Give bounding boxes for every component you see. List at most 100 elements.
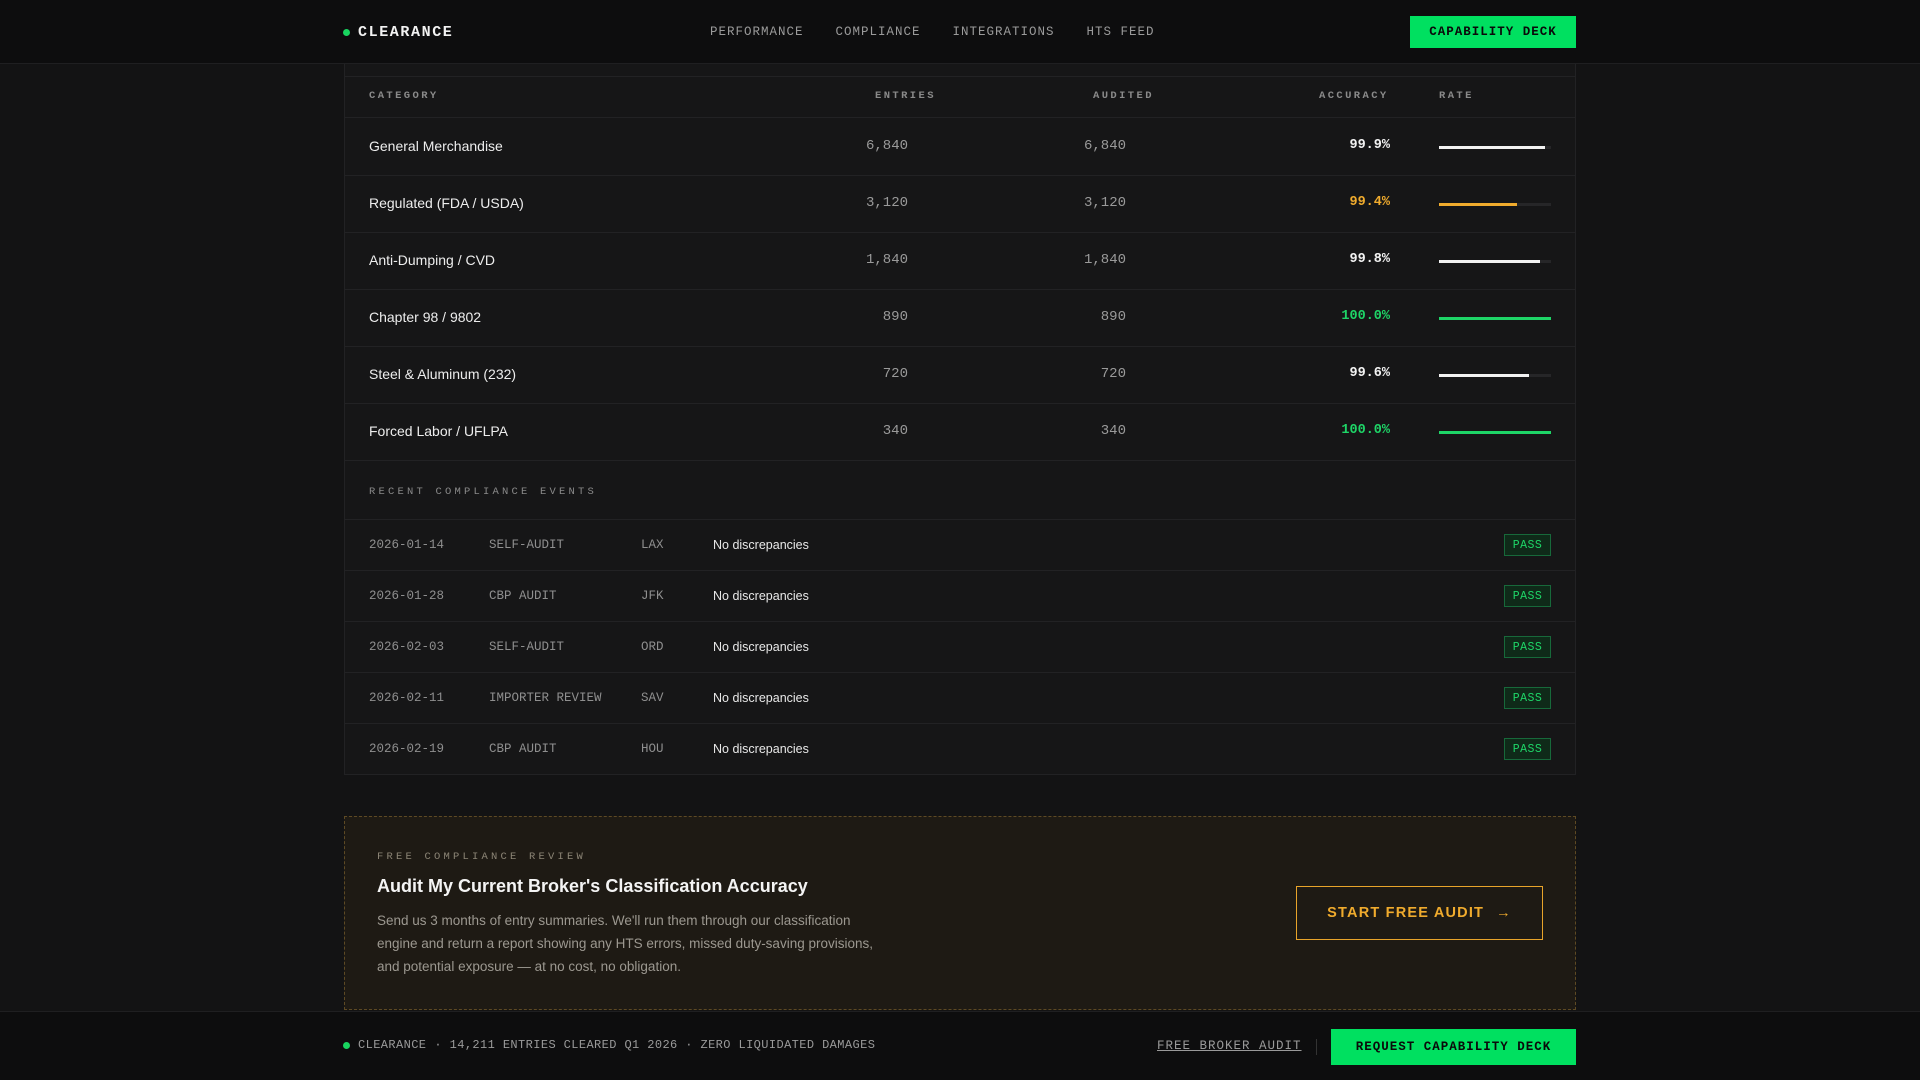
table-header: CATEGORY ENTRIES AUDITED ACCURACY RATE [345, 76, 1575, 118]
row-category: Forced Labor / UFLPA [369, 423, 509, 439]
event-type: SELF-AUDIT [489, 538, 565, 552]
arrow-right-icon: → [1496, 905, 1512, 921]
row-audited: 340 [1100, 423, 1126, 439]
row-audited: 720 [1100, 366, 1126, 382]
rate-bar-fill [1439, 431, 1551, 434]
table-row: Regulated (FDA / USDA) 3,120 3,120 99.4% [345, 176, 1575, 233]
footer-divider [1316, 1039, 1317, 1055]
free-review-cta: FREE COMPLIANCE REVIEW Audit My Current … [344, 816, 1576, 1010]
cta-title: Audit My Current Broker's Classification… [377, 876, 808, 896]
table-row: General Merchandise 6,840 6,840 99.9% [345, 119, 1575, 176]
nav-link-performance[interactable]: PERFORMANCE [710, 22, 804, 42]
event-description: No discrepancies [713, 691, 809, 705]
rate-bar-fill [1439, 317, 1551, 320]
event-type: SELF-AUDIT [489, 640, 565, 654]
status-badge: PASS [1504, 636, 1551, 658]
start-free-audit-button[interactable]: START FREE AUDIT → [1296, 886, 1543, 940]
status-dot-icon [343, 28, 350, 36]
rate-bar [1439, 146, 1551, 149]
table-row: Chapter 98 / 9802 890 890 100.0% [345, 290, 1575, 347]
row-category: Regulated (FDA / USDA) [369, 195, 524, 211]
request-capability-deck-button[interactable]: REQUEST CAPABILITY DECK [1331, 1029, 1576, 1065]
rate-bar [1439, 260, 1551, 263]
event-description: No discrepancies [713, 589, 809, 603]
row-accuracy: 99.8% [1349, 252, 1390, 267]
row-category: Steel & Aluminum (232) [369, 366, 517, 382]
row-accuracy: 99.4% [1349, 195, 1390, 210]
brand-name: CLEARANCE [358, 23, 454, 41]
footer-brand: CLEARANCE [358, 1038, 427, 1052]
cta-eyebrow: FREE COMPLIANCE REVIEW [377, 851, 587, 863]
event-port: JFK [641, 589, 664, 603]
event-port: HOU [641, 742, 664, 756]
capability-deck-button[interactable]: CAPABILITY DECK [1410, 16, 1576, 48]
nav-link-hts-feed[interactable]: HTS FEED [1087, 22, 1155, 42]
row-entries: 3,120 [865, 195, 908, 211]
cta-description: Send us 3 months of entry summaries. We'… [377, 913, 873, 974]
row-category: General Merchandise [369, 138, 503, 154]
row-accuracy: 99.6% [1349, 366, 1390, 381]
event-row: 2026-01-28 CBP AUDIT JFK No discrepancie… [345, 571, 1575, 622]
rate-bar [1439, 203, 1551, 206]
compliance-panel: CATEGORY ENTRIES AUDITED ACCURACY RATE G… [344, 64, 1576, 775]
status-badge: PASS [1504, 738, 1551, 760]
status-dot-icon [343, 1041, 350, 1049]
row-entries: 6,840 [865, 138, 908, 154]
event-date: 2026-01-28 [369, 589, 445, 603]
col-header-audited: AUDITED [1093, 90, 1154, 102]
table-row: Steel & Aluminum (232) 720 720 99.6% [345, 347, 1575, 404]
rate-bar-fill [1439, 203, 1518, 206]
event-row: 2026-01-14 SELF-AUDIT LAX No discrepanci… [345, 520, 1575, 571]
col-header-rate: RATE [1439, 90, 1474, 102]
col-header-entries: ENTRIES [875, 90, 936, 102]
event-port: ORD [641, 640, 664, 654]
status-badge: PASS [1504, 687, 1551, 709]
event-type: CBP AUDIT [489, 589, 557, 603]
nav-link-integrations[interactable]: INTEGRATIONS [953, 22, 1055, 42]
status-badge: PASS [1504, 585, 1551, 607]
rate-bar-fill [1439, 260, 1540, 263]
rate-bar [1439, 317, 1551, 320]
col-header-category: CATEGORY [369, 90, 439, 102]
event-description: No discrepancies [713, 538, 809, 552]
event-row: 2026-02-19 CBP AUDIT HOU No discrepancie… [345, 724, 1575, 775]
rate-bar [1439, 374, 1551, 377]
event-row: 2026-02-11 IMPORTER REVIEW SAV No discre… [345, 673, 1575, 724]
table-row: Forced Labor / UFLPA 340 340 100.0% [345, 404, 1575, 461]
events-section-title: RECENT COMPLIANCE EVENTS [369, 486, 598, 498]
row-accuracy: 100.0% [1341, 423, 1390, 438]
main-nav: PERFORMANCE COMPLIANCE INTEGRATIONS HTS … [710, 22, 1155, 42]
row-accuracy: 99.9% [1349, 138, 1390, 153]
footer-stats: · 14,211 ENTRIES CLEARED Q1 2026 · ZERO … [434, 1038, 876, 1052]
row-entries: 1,840 [865, 252, 908, 268]
start-free-audit-label: START FREE AUDIT [1327, 905, 1485, 921]
footer-summary: CLEARANCE · 14,211 ENTRIES CLEARED Q1 20… [343, 1038, 875, 1052]
rate-bar-fill [1439, 146, 1546, 149]
col-header-accuracy: ACCURACY [1319, 90, 1389, 102]
table-row: Anti-Dumping / CVD 1,840 1,840 99.8% [345, 233, 1575, 290]
row-audited: 6,840 [1083, 138, 1126, 154]
row-audited: 1,840 [1083, 252, 1126, 268]
status-badge: PASS [1504, 534, 1551, 556]
free-broker-audit-link[interactable]: FREE BROKER AUDIT [1157, 1039, 1302, 1053]
top-nav-bar: CLEARANCE PERFORMANCE COMPLIANCE INTEGRA… [0, 0, 1920, 64]
rate-bar-fill [1439, 374, 1529, 377]
event-description: No discrepancies [713, 742, 809, 756]
event-description: No discrepancies [713, 640, 809, 654]
event-type: CBP AUDIT [489, 742, 557, 756]
event-port: SAV [641, 691, 664, 705]
event-date: 2026-02-19 [369, 742, 445, 756]
event-date: 2026-01-14 [369, 538, 445, 552]
event-port: LAX [641, 538, 664, 552]
event-date: 2026-02-03 [369, 640, 445, 654]
brand-logo[interactable]: CLEARANCE [343, 22, 453, 42]
row-accuracy: 100.0% [1341, 309, 1390, 324]
row-entries: 340 [882, 423, 908, 439]
row-audited: 890 [1100, 309, 1126, 325]
row-category: Chapter 98 / 9802 [369, 309, 482, 325]
row-audited: 3,120 [1083, 195, 1126, 211]
rate-bar [1439, 431, 1551, 434]
row-category: Anti-Dumping / CVD [369, 252, 496, 268]
nav-link-compliance[interactable]: COMPLIANCE [836, 22, 921, 42]
footer-bar: CLEARANCE · 14,211 ENTRIES CLEARED Q1 20… [0, 1011, 1920, 1080]
